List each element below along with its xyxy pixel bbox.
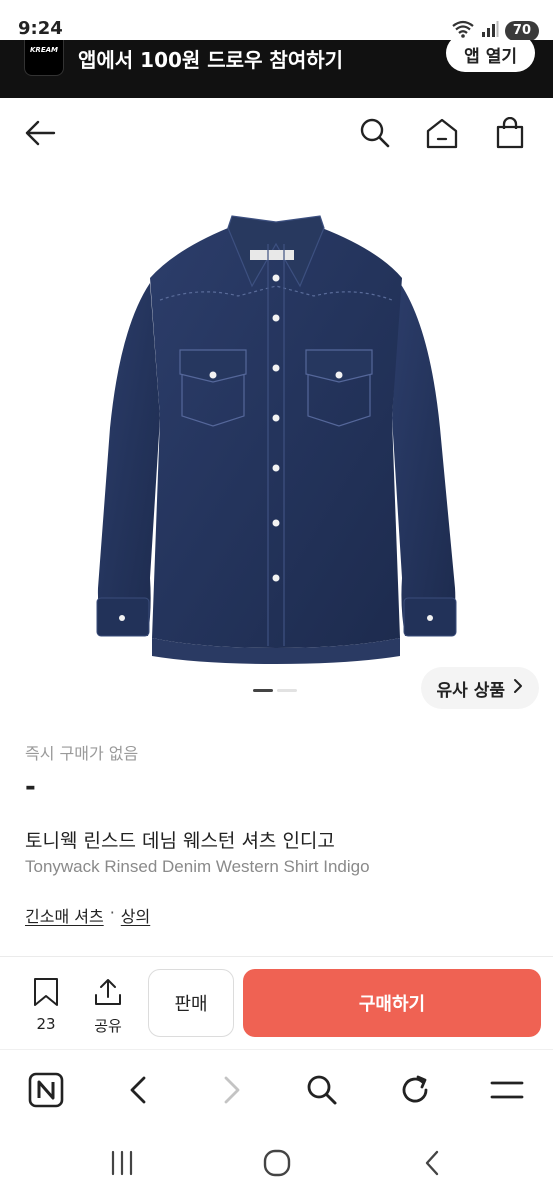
signal-icon (481, 20, 499, 42)
search-icon[interactable] (355, 113, 395, 153)
similar-products-label: 유사 상품 (436, 680, 505, 701)
system-navigation (0, 1129, 553, 1200)
sell-button[interactable]: 판매 (148, 969, 234, 1037)
home-circle-icon[interactable] (255, 1145, 299, 1181)
buy-button[interactable]: 구매하기 (243, 969, 541, 1037)
product-title-ko: 토니웩 린스드 데님 웨스턴 셔츠 인디고 (25, 830, 335, 852)
instant-buy-label: 즉시 구매가 없음 (25, 744, 139, 763)
category-separator: · (109, 903, 115, 922)
carousel-dot[interactable] (277, 689, 297, 692)
chevron-right-icon (513, 678, 523, 699)
share-label: 공유 (94, 1017, 122, 1035)
browser-search-icon[interactable] (300, 1068, 344, 1112)
back-chevron-icon[interactable] (410, 1145, 454, 1181)
open-app-button[interactable]: 앱 열기 (446, 40, 535, 72)
status-icons: 70 (451, 20, 539, 42)
home-icon[interactable] (422, 113, 462, 153)
breadcrumb: 긴소매 셔츠 · 상의 (25, 903, 150, 927)
back-arrow-icon[interactable] (20, 113, 60, 153)
browser-toolbar (0, 1049, 553, 1129)
status-time: 9:24 (18, 18, 63, 39)
share-icon (93, 977, 123, 1011)
naver-n-icon[interactable] (24, 1068, 68, 1112)
banner-text: 앱에서 100원 드로우 참여하기 (78, 48, 344, 72)
category-link[interactable]: 긴소매 셔츠 (25, 903, 104, 927)
share-button[interactable]: 공유 (86, 977, 130, 1036)
denim-shirt-image (96, 215, 457, 664)
product-image[interactable] (0, 168, 553, 718)
wishlist-button[interactable]: 23 (24, 977, 68, 1033)
similar-products-button[interactable]: 유사 상품 (420, 667, 539, 709)
forward-icon[interactable] (210, 1068, 254, 1112)
back-icon[interactable] (116, 1068, 160, 1112)
shopping-bag-icon[interactable] (490, 113, 530, 153)
recents-icon[interactable] (100, 1145, 144, 1181)
product-title-en: Tonywack Rinsed Denim Western Shirt Indi… (25, 857, 370, 876)
wishlist-count: 23 (36, 1015, 56, 1033)
kream-logo: KREAM (24, 40, 64, 76)
carousel-indicator (253, 689, 297, 692)
bookmark-icon (32, 977, 60, 1011)
refresh-icon[interactable] (393, 1068, 437, 1112)
app-banner[interactable]: KREAM 앱에서 100원 드로우 참여하기 앱 열기 (0, 40, 553, 98)
action-bar: 23 공유 판매 구매하기 (0, 957, 553, 1049)
page-header (0, 98, 553, 168)
price: - (25, 772, 36, 802)
menu-icon[interactable] (485, 1068, 529, 1112)
battery-icon: 70 (504, 21, 539, 41)
category-link[interactable]: 상의 (121, 903, 150, 927)
carousel-dot[interactable] (253, 689, 273, 692)
